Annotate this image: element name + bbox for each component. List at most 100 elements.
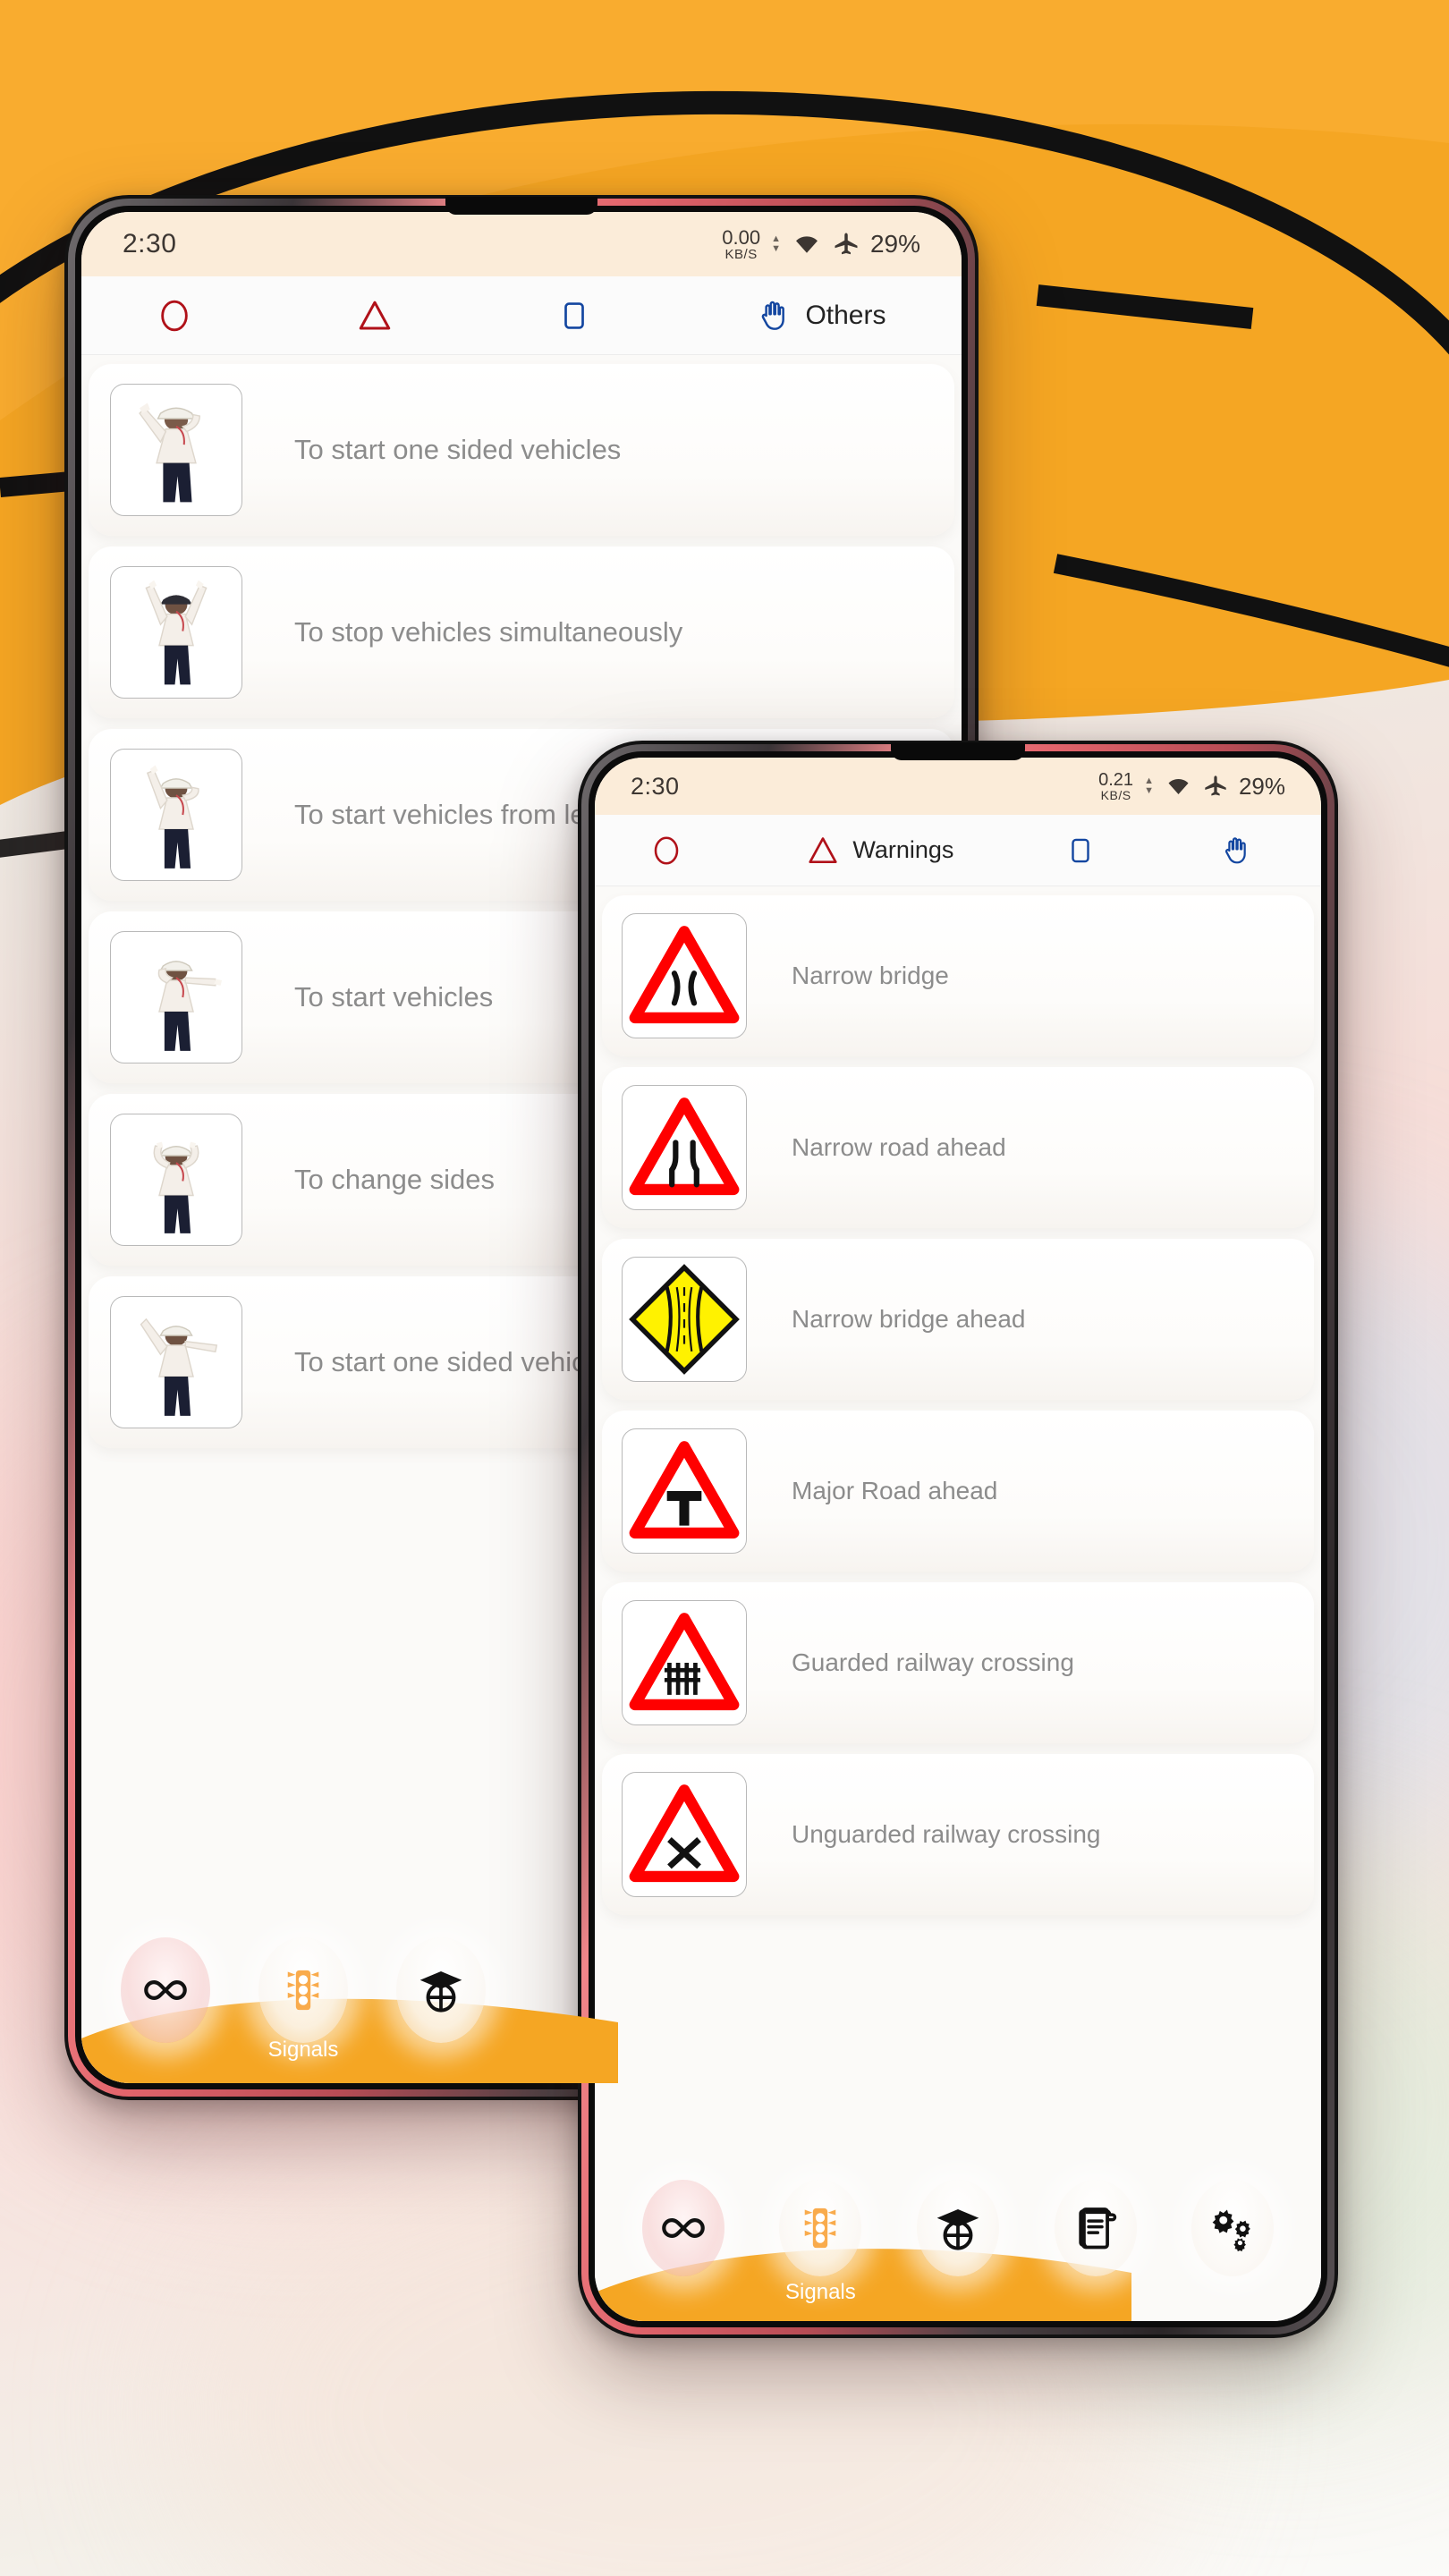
infinity-icon xyxy=(144,1980,187,2000)
signal-thumbnail xyxy=(110,749,242,881)
signal-thumbnail xyxy=(110,384,242,516)
square-icon xyxy=(1071,838,1089,862)
nav-bubble xyxy=(258,1937,348,2043)
police-arms-horizontal-icon xyxy=(157,961,223,1051)
nav-bubble xyxy=(396,1937,486,2043)
tab-label-1: Warnings xyxy=(852,836,954,863)
nav-item-learn[interactable] xyxy=(911,2180,1004,2276)
narrow-bridge-ahead-sign-icon xyxy=(629,1264,740,1375)
signal-text: To stop vehicles simultaneously xyxy=(294,615,683,648)
nav-bubble xyxy=(779,2180,862,2276)
list-item[interactable]: Unguarded railway crossing xyxy=(602,1754,1314,1915)
tab-others-hand[interactable]: Others xyxy=(746,290,894,342)
police-arm-out-one-up-icon xyxy=(140,1318,218,1416)
tab-warnings-triangle[interactable] xyxy=(347,291,415,341)
tab-mandatory-circle[interactable] xyxy=(148,291,214,341)
police-both-hands-on-head-icon xyxy=(153,1141,199,1233)
signal-thumbnail xyxy=(110,1114,242,1246)
nav-item-infinity[interactable] xyxy=(637,2180,730,2276)
narrow-road-ahead-sign-icon xyxy=(629,1097,740,1196)
sign-thumbnail xyxy=(622,1428,747,1554)
sign-text: Narrow bridge ahead xyxy=(792,1305,1026,1334)
nav-item-rules[interactable] xyxy=(1049,2180,1142,2276)
network-speed: 0.00 KB/S xyxy=(722,225,761,262)
police-left-arm-up-right-bent-icon xyxy=(146,765,199,869)
nav-item-settings[interactable] xyxy=(1186,2180,1279,2276)
sign-text: Narrow bridge xyxy=(792,962,949,990)
infinity-icon xyxy=(662,2218,705,2238)
nav-item-learn[interactable] xyxy=(394,1937,487,2043)
unguarded-railway-crossing-sign-icon xyxy=(629,1784,740,1883)
sign-text: Major Road ahead xyxy=(792,1477,998,1505)
tab-mandatory-circle[interactable] xyxy=(641,827,704,874)
sign-text: Unguarded railway crossing xyxy=(792,1820,1101,1849)
list-item[interactable]: Narrow bridge ahead xyxy=(602,1239,1314,1400)
phone-back-notch xyxy=(445,197,597,215)
phone-front-device: 2:30 0.21 KB/S ▲ ▼ 29% Warnings Narrow b… xyxy=(578,741,1338,2338)
status-time: 2:30 xyxy=(631,772,680,800)
phone-front-screen: 2:30 0.21 KB/S ▲ ▼ 29% Warnings Narrow b… xyxy=(595,758,1321,2321)
list-item[interactable]: Narrow bridge xyxy=(602,895,1314,1056)
road-signs-list[interactable]: Narrow bridge Narrow road ahead Narrow b… xyxy=(595,886,1321,2321)
guarded-railway-crossing-sign-icon xyxy=(629,1613,740,1711)
sign-thumbnail xyxy=(622,913,747,1038)
sign-thumbnail xyxy=(622,1257,747,1382)
graduation-cap-icon xyxy=(419,1971,462,2012)
battery-percentage: 29% xyxy=(1238,772,1285,800)
network-speed: 0.21 KB/S xyxy=(1098,771,1133,801)
nav-item-infinity[interactable] xyxy=(119,1937,212,2043)
list-item[interactable]: Guarded railway crossing xyxy=(602,1582,1314,1743)
data-transfer-arrows-icon: ▲ ▼ xyxy=(771,233,781,254)
tab-informatory-square[interactable] xyxy=(1056,827,1117,874)
signal-thumbnail xyxy=(110,566,242,699)
narrow-bridge-sign-icon xyxy=(629,926,740,1024)
wifi-icon xyxy=(796,236,818,253)
list-item[interactable]: Major Road ahead xyxy=(602,1411,1314,1572)
signal-text: To start one sided vehicles xyxy=(294,433,622,465)
tab-label-3: Others xyxy=(805,300,886,330)
network-speed-unit: KB/S xyxy=(724,246,758,262)
graduation-cap-icon xyxy=(936,2209,979,2250)
circle-icon xyxy=(654,835,679,865)
square-icon xyxy=(564,301,585,329)
signal-thumbnail xyxy=(110,1296,242,1428)
signal-text: To change sides xyxy=(294,1163,496,1195)
list-item[interactable]: To start one sided vehicles xyxy=(89,364,954,536)
network-speed-value: 0.21 xyxy=(1098,770,1134,790)
police-both-arms-up-icon xyxy=(145,580,208,685)
nav-bubble xyxy=(1191,2180,1275,2276)
signal-thumbnail xyxy=(110,931,242,1063)
nav-bubble xyxy=(121,1937,210,2043)
traffic-light-icon xyxy=(287,1970,319,2011)
nav-bubble xyxy=(1054,2180,1137,2276)
network-speed-unit: KB/S xyxy=(1100,788,1131,802)
battery-percentage: 29% xyxy=(869,230,920,258)
list-item[interactable]: To stop vehicles simultaneously xyxy=(89,547,954,718)
tab-others-hand[interactable] xyxy=(1210,826,1275,875)
nav-bubble xyxy=(916,2180,999,2276)
network-speed-value: 0.00 xyxy=(722,225,761,249)
hand-icon xyxy=(1224,836,1246,863)
tab-warnings-triangle[interactable]: Warnings xyxy=(797,827,962,874)
nav-label-1: Signals xyxy=(785,2280,856,2304)
triangle-icon xyxy=(360,301,391,329)
triangle-icon xyxy=(809,836,837,863)
nav-bubble xyxy=(641,2180,724,2276)
status-time: 2:30 xyxy=(123,229,177,258)
major-road-ahead-sign-icon xyxy=(629,1441,740,1539)
gears-settings-icon xyxy=(1212,2209,1251,2252)
wifi-icon xyxy=(1168,779,1189,794)
list-item[interactable]: Narrow road ahead xyxy=(602,1067,1314,1228)
circle-icon xyxy=(161,300,189,331)
signal-text: To start vehicles from left xyxy=(294,798,601,830)
sign-text: Narrow road ahead xyxy=(792,1133,1006,1162)
sign-text: Guarded railway crossing xyxy=(792,1648,1074,1677)
phone-front-notch xyxy=(891,742,1025,760)
tab-informatory-square[interactable] xyxy=(548,291,613,341)
nav-label-1: Signals xyxy=(267,2038,339,2062)
signal-text: To start vehicles xyxy=(294,980,494,1013)
category-tab-bar: Warnings xyxy=(595,815,1321,886)
sign-thumbnail xyxy=(622,1085,747,1210)
nav-item-signals[interactable]: Signals xyxy=(257,1937,350,2062)
nav-item-signals[interactable]: Signals xyxy=(774,2180,867,2304)
